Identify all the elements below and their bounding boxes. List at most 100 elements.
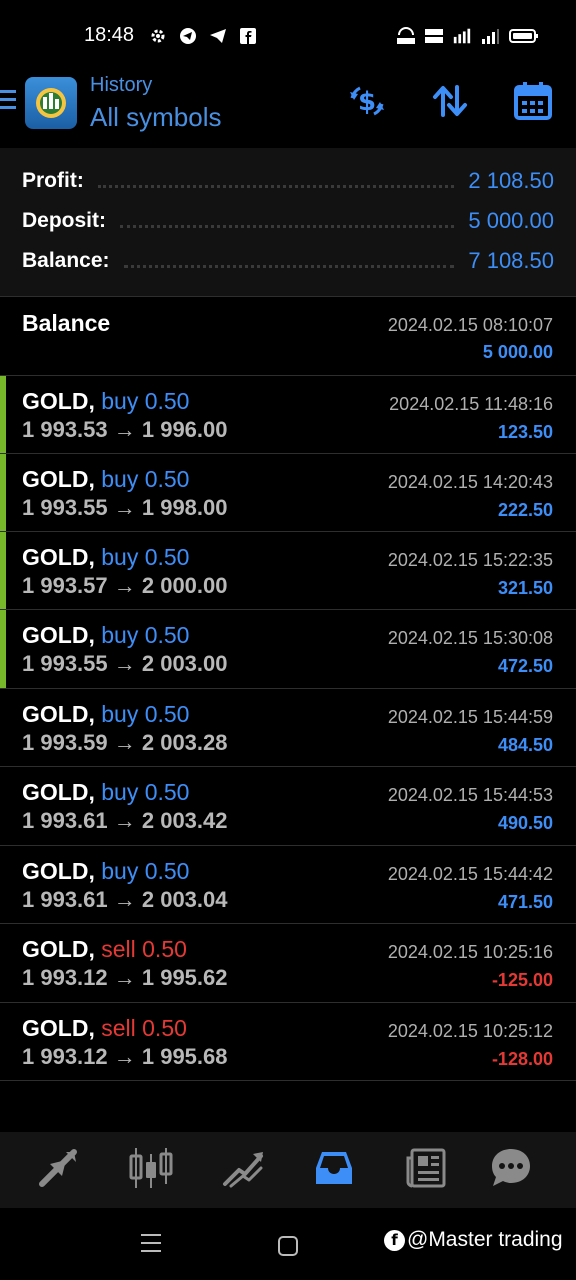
trade-datetime: 2024.02.15 11:48:16 bbox=[389, 394, 553, 414]
nav-history[interactable] bbox=[310, 1146, 358, 1194]
dot-leader bbox=[97, 184, 455, 188]
app-bar: History All symbols $ bbox=[0, 70, 576, 148]
trade-profit: 490.50 bbox=[497, 813, 553, 833]
trade-row[interactable]: GOLD, buy 0.50 1 993.61 → 2 003.04 2024.… bbox=[0, 846, 576, 924]
signal-4g-icon bbox=[452, 26, 472, 46]
summary-label: Deposit: bbox=[22, 209, 106, 232]
app-logo bbox=[25, 77, 77, 129]
sort-icon bbox=[430, 81, 470, 126]
nav-charts[interactable] bbox=[127, 1146, 175, 1194]
nav-quotes[interactable] bbox=[34, 1146, 82, 1194]
trade-symbol: GOLD, buy 0.50 bbox=[22, 544, 190, 570]
summary-value: 7 108.50 bbox=[468, 248, 554, 273]
trade-symbol: GOLD, sell 0.50 bbox=[22, 1015, 187, 1041]
trade-row[interactable]: GOLD, buy 0.50 1 993.55 → 1 998.00 2024.… bbox=[0, 454, 576, 532]
summary-deposit: Deposit: 5 000.00 bbox=[22, 206, 554, 236]
news-icon bbox=[404, 1146, 448, 1195]
trade-row[interactable]: GOLD, buy 0.50 1 993.61 → 2 003.42 2024.… bbox=[0, 767, 576, 845]
battery-icon bbox=[508, 26, 540, 46]
facebook-icon bbox=[238, 26, 258, 46]
nav-news[interactable] bbox=[402, 1146, 450, 1194]
summary-value: 2 108.50 bbox=[468, 168, 554, 193]
facebook-logo-icon: f bbox=[384, 1229, 405, 1251]
trade-prices: 1 993.61 → 2 003.42 bbox=[22, 808, 228, 833]
trade-profit: 321.50 bbox=[497, 578, 553, 598]
divider bbox=[0, 1080, 576, 1081]
trade-profit: 472.50 bbox=[497, 656, 553, 676]
trade-prices: 1 993.55 → 1 998.00 bbox=[22, 495, 228, 520]
trade-datetime: 2024.02.15 15:30:08 bbox=[387, 628, 553, 648]
trade-profit: -125.00 bbox=[491, 970, 553, 990]
menu-icon[interactable] bbox=[0, 90, 18, 114]
trade-side: buy 0.50 bbox=[101, 544, 190, 570]
trade-row[interactable]: GOLD, buy 0.50 1 993.59 → 2 003.28 2024.… bbox=[0, 689, 576, 767]
trade-profit: 222.50 bbox=[497, 500, 553, 520]
trade-datetime: 2024.02.15 15:44:59 bbox=[387, 707, 553, 727]
trade-side: buy 0.50 bbox=[101, 701, 190, 727]
summary-label: Balance: bbox=[22, 249, 110, 272]
trade-symbol: GOLD, buy 0.50 bbox=[22, 701, 190, 727]
trade-side: buy 0.50 bbox=[101, 622, 190, 648]
balance-entry-row[interactable]: Balance 2024.02.15 08:10:07 5 000.00 bbox=[0, 296, 576, 376]
trade-prices: 1 993.12 → 1 995.62 bbox=[22, 965, 228, 990]
trade-datetime: 2024.02.15 10:25:12 bbox=[387, 1021, 553, 1041]
trade-profit: -128.00 bbox=[491, 1049, 553, 1069]
trade-datetime: 2024.02.15 15:44:42 bbox=[387, 864, 553, 884]
trade-prices: 1 993.59 → 2 003.28 bbox=[22, 730, 228, 755]
trade-side: buy 0.50 bbox=[101, 466, 190, 492]
trade-symbol: GOLD, buy 0.50 bbox=[22, 858, 190, 884]
svg-text:$: $ bbox=[358, 87, 376, 117]
status-time: 18:48 bbox=[84, 24, 135, 46]
trade-symbol: GOLD, sell 0.50 bbox=[22, 936, 187, 962]
profit-accent-bar bbox=[0, 532, 6, 610]
balance-entry-amount: 5 000.00 bbox=[482, 342, 553, 362]
calendar-button[interactable] bbox=[512, 81, 554, 126]
trade-row[interactable]: GOLD, sell 0.50 1 993.12 → 1 995.62 2024… bbox=[0, 924, 576, 1002]
trade-symbol: GOLD, buy 0.50 bbox=[22, 388, 190, 414]
trade-side: buy 0.50 bbox=[101, 858, 190, 884]
trade-symbol: GOLD, buy 0.50 bbox=[22, 466, 190, 492]
telegram-icon bbox=[178, 26, 198, 46]
settings-icon bbox=[148, 26, 168, 46]
status-bar: 18:48 bbox=[0, 0, 576, 70]
trade-datetime: 2024.02.15 15:44:53 bbox=[387, 785, 553, 805]
summary-panel: Profit: 2 108.50 Deposit: 5 000.00 Balan… bbox=[0, 148, 576, 296]
trade-prices: 1 993.12 → 1 995.68 bbox=[22, 1044, 228, 1069]
trade-datetime: 2024.02.15 15:22:35 bbox=[387, 550, 553, 570]
profit-accent-bar bbox=[0, 454, 6, 532]
calendar-icon bbox=[513, 81, 553, 126]
trade-prices: 1 993.61 → 2 003.04 bbox=[22, 887, 228, 912]
trade-side: buy 0.50 bbox=[101, 388, 190, 414]
trade-side: buy 0.50 bbox=[101, 779, 190, 805]
profit-accent-bar bbox=[0, 376, 6, 454]
watermark: f @Master trading bbox=[384, 1228, 563, 1252]
dot-leader bbox=[123, 264, 455, 268]
trade-profit: 123.50 bbox=[497, 422, 553, 442]
trade-profit: 471.50 bbox=[497, 892, 553, 912]
trade-row[interactable]: GOLD, buy 0.50 1 993.53 → 1 996.00 2024.… bbox=[0, 376, 576, 454]
header-title[interactable]: All symbols bbox=[90, 102, 221, 133]
balance-entry-title: Balance bbox=[22, 310, 111, 336]
trade-datetime: 2024.02.15 14:20:43 bbox=[387, 472, 553, 492]
watermark-text: @Master trading bbox=[407, 1228, 563, 1251]
summary-label: Profit: bbox=[22, 169, 84, 192]
signal-icon bbox=[480, 26, 500, 46]
nav-trade[interactable] bbox=[219, 1146, 267, 1194]
summary-balance: Balance: 7 108.50 bbox=[22, 246, 554, 276]
trade-profit: 484.50 bbox=[497, 735, 553, 755]
currency-exchange-button[interactable]: $ bbox=[346, 82, 388, 124]
bottom-navigation bbox=[0, 1132, 576, 1208]
trade-row[interactable]: GOLD, buy 0.50 1 993.57 → 2 000.00 2024.… bbox=[0, 532, 576, 610]
system-navigation-bar: f @Master trading bbox=[0, 1208, 576, 1280]
trade-icon bbox=[221, 1146, 265, 1195]
summary-profit: Profit: 2 108.50 bbox=[22, 166, 554, 196]
nav-chat[interactable] bbox=[487, 1146, 535, 1194]
trade-side: sell 0.50 bbox=[101, 1015, 187, 1041]
home-button[interactable] bbox=[278, 1236, 298, 1256]
trade-row[interactable]: GOLD, buy 0.50 1 993.55 → 2 003.00 2024.… bbox=[0, 610, 576, 688]
trade-side: sell 0.50 bbox=[101, 936, 187, 962]
sort-button[interactable] bbox=[429, 82, 471, 124]
header-subtitle: History bbox=[90, 74, 153, 96]
recent-apps-button[interactable] bbox=[141, 1234, 161, 1258]
trade-row[interactable]: GOLD, sell 0.50 1 993.12 → 1 995.68 2024… bbox=[0, 1003, 576, 1081]
